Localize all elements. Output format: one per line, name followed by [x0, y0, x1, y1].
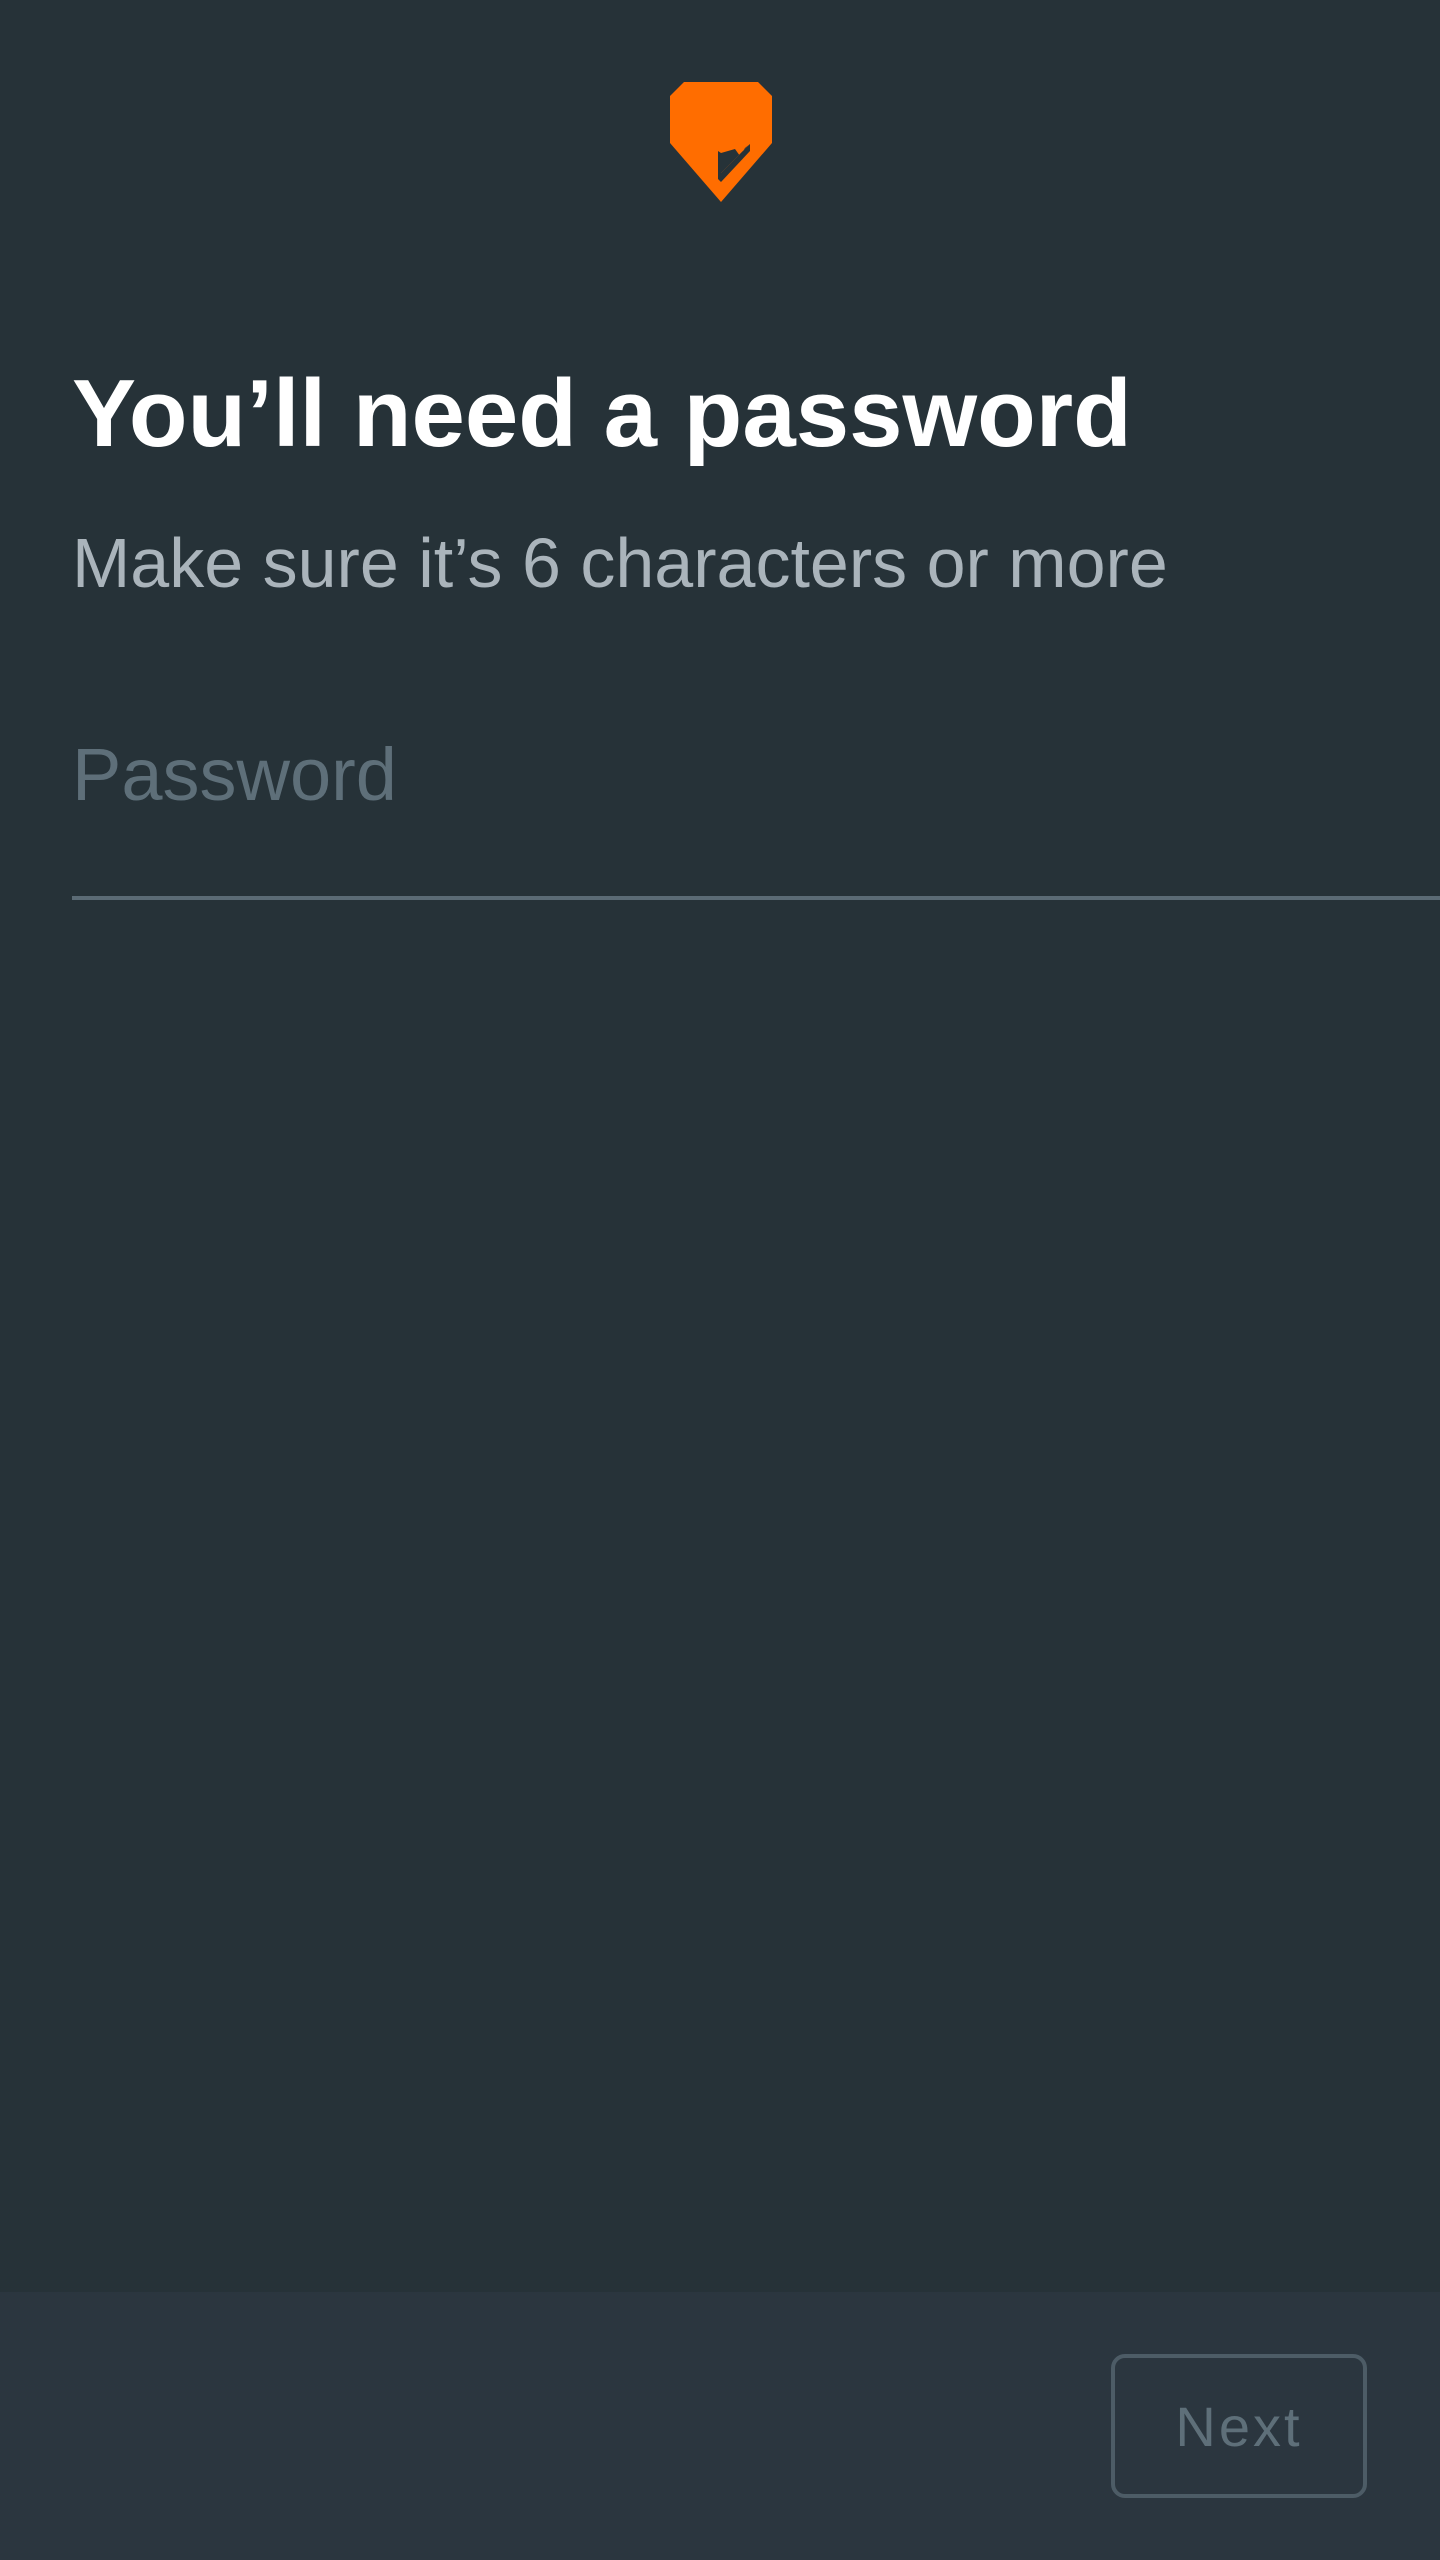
page-subtitle: Make sure it’s 6 characters or more: [72, 524, 1168, 602]
password-input[interactable]: [72, 720, 1440, 830]
signup-password-screen: You’ll need a password Make sure it’s 6 …: [0, 0, 1440, 2560]
bottom-bar: Next: [0, 2292, 1440, 2560]
brand-logo-icon: [670, 82, 772, 202]
page-title: You’ll need a password: [72, 360, 1132, 467]
next-button[interactable]: Next: [1111, 2354, 1367, 2498]
